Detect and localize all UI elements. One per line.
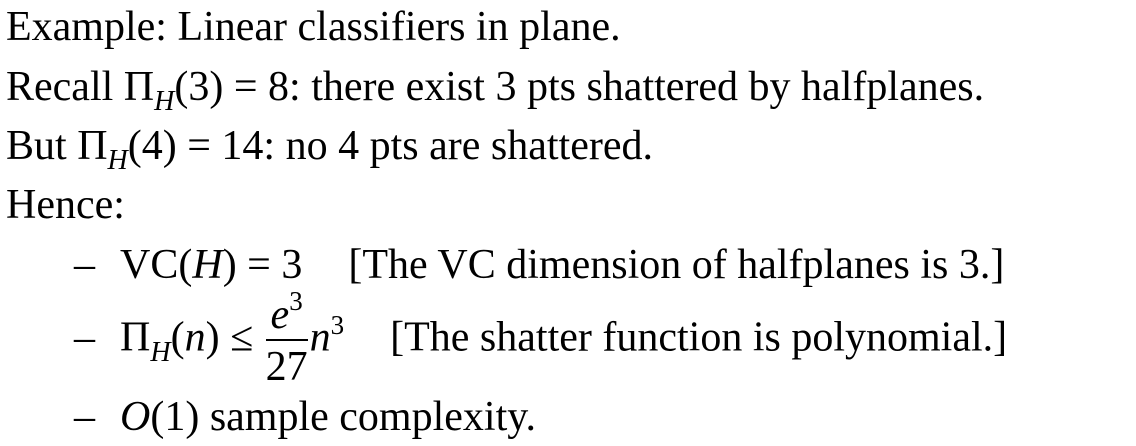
bullet-dash: –	[74, 394, 95, 440]
o-sym: O	[120, 394, 151, 440]
bullet-dash: –	[74, 314, 95, 361]
vc-text-a: VC(	[120, 242, 193, 288]
pi-close: ) ≤	[205, 314, 254, 361]
pi-rhs-var: n	[309, 314, 331, 361]
frac-num-base: e	[270, 292, 290, 338]
line-but: But ΠH(4) = 14: no 4 pts are shattered.	[6, 123, 653, 175]
line-hence: Hence:	[6, 184, 125, 226]
vc-note: [The VC dimension of halfplanes is 3.]	[348, 242, 1005, 288]
pi-open: (	[170, 314, 185, 361]
bullet-pi: – ΠH(n) ≤ e3 27 n3 [The shatter function i…	[74, 288, 1008, 390]
recall-prefix: Recall	[6, 64, 114, 110]
recall-pi: Π	[123, 64, 155, 110]
but-prefix: But	[6, 123, 67, 169]
pi-sym: Π	[120, 314, 151, 361]
but-sub: H	[107, 145, 128, 176]
o-text: (1) sample complexity.	[150, 394, 537, 440]
fraction-numerator: e3	[266, 288, 308, 338]
line-example: Example: Linear classifiers in plane.	[6, 6, 621, 48]
vc-var: H	[192, 242, 223, 288]
fraction-denominator: 27	[265, 344, 308, 390]
pi-sub: H	[150, 336, 171, 368]
but-pi: Π	[77, 123, 108, 169]
example-text: Example: Linear classifiers in plane.	[6, 4, 621, 50]
recall-arg: (3) = 8: there exist 3 pts shattered by …	[174, 64, 985, 110]
hence-text: Hence:	[6, 182, 125, 228]
bullet-o: – O(1) sample complexity.	[74, 396, 536, 438]
fraction-bar	[265, 339, 308, 341]
pi-rhs-exp: 3	[330, 309, 345, 340]
bullet-dash: –	[74, 242, 95, 288]
pi-note: [The shatter function is polynomial.]	[390, 314, 1008, 361]
frac-num-exp: 3	[289, 286, 303, 316]
fraction: e3 27	[265, 288, 308, 390]
recall-sub: H	[154, 86, 175, 117]
vc-text-b: ) = 3	[222, 242, 303, 288]
but-arg: (4) = 14: no 4 pts are shattered.	[127, 123, 653, 169]
bullet-vc: – VC(H) = 3 [The VC dimension of halfplane…	[74, 244, 1004, 286]
line-recall: Recall ΠH(3) = 8: there exist 3 pts shat…	[6, 64, 985, 116]
pi-var: n	[184, 314, 206, 361]
